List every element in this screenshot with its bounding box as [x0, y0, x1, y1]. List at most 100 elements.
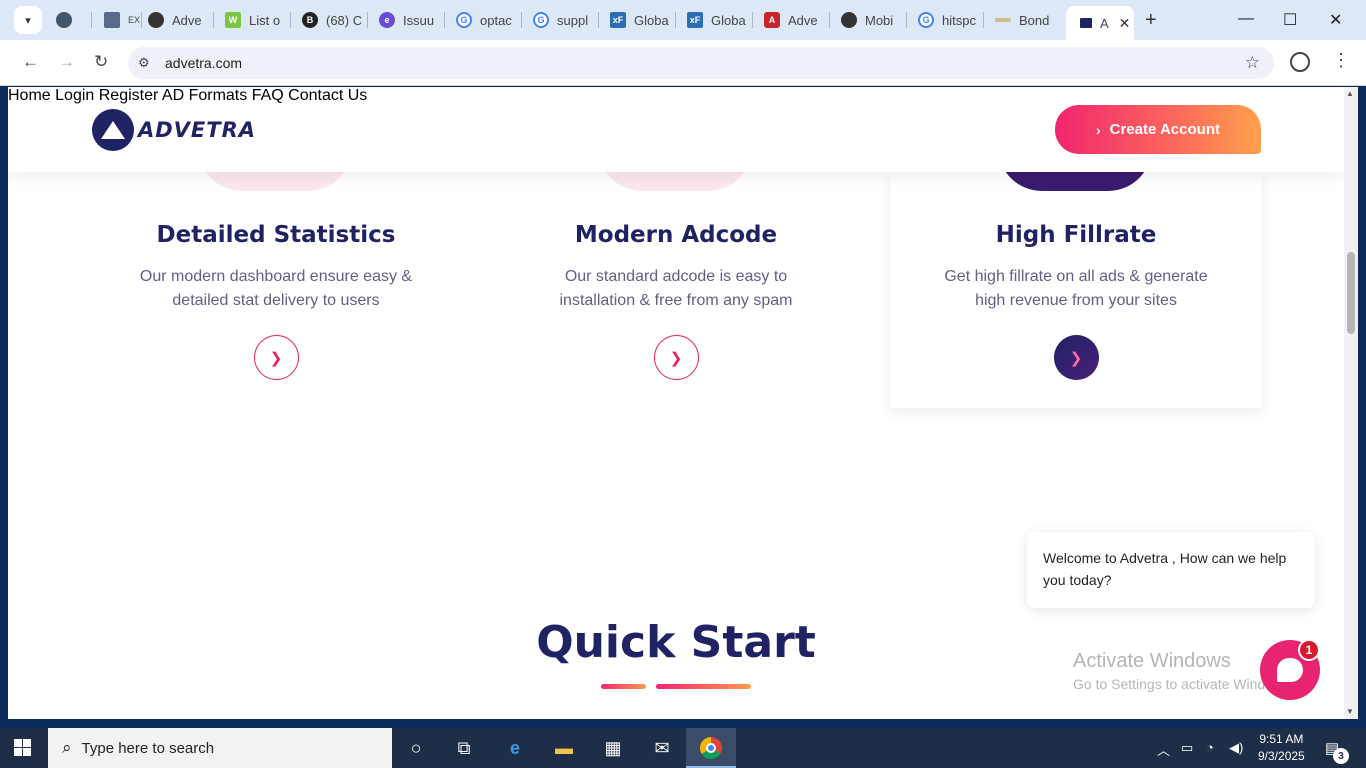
- mail-icon[interactable]: ✉: [650, 736, 674, 760]
- feature-arrow-button[interactable]: ❯: [1053, 335, 1099, 380]
- site-info-icon[interactable]: ⚙: [138, 55, 150, 71]
- feature-title: High Fillrate: [995, 222, 1157, 248]
- notification-count-badge: 3: [1333, 748, 1349, 764]
- search-icon: ⌕: [62, 738, 72, 757]
- browser-tab-active[interactable]: A ✕: [1066, 6, 1134, 40]
- google-icon: G: [533, 12, 549, 28]
- chrome-icon[interactable]: [699, 736, 723, 760]
- browser-tab[interactable]: G hitspc: [918, 8, 984, 32]
- feature-description: Our modern dashboard ensure easy & detai…: [139, 268, 413, 309]
- minimize-icon[interactable]: —: [1238, 10, 1254, 28]
- battery-icon[interactable]: ▭: [1181, 740, 1193, 756]
- cortana-icon[interactable]: ○: [404, 736, 428, 760]
- nav-faq[interactable]: FAQ: [252, 87, 284, 104]
- browser-tab[interactable]: A Adve: [764, 8, 830, 32]
- scrollbar-thumb[interactable]: [1347, 252, 1355, 334]
- feature-card-highlighted: High Fillrate Get high fillrate on all a…: [890, 172, 1262, 408]
- scroll-down-icon[interactable]: ▼: [1346, 707, 1354, 716]
- new-tab-icon[interactable]: +: [1145, 9, 1157, 32]
- address-bar-row: ← → ↻ ⚙ advetra.com ☆ ⋮: [0, 40, 1366, 86]
- volume-icon[interactable]: ◀): [1229, 740, 1243, 756]
- adv-red-icon: A: [764, 12, 780, 28]
- browser-tab-strip: ▾ EX EXCH Adve W List o B (68) C e Issuu…: [0, 0, 1366, 40]
- url-omnibox[interactable]: ⚙ advetra.com ☆: [128, 47, 1274, 79]
- close-window-icon[interactable]: ✕: [1329, 10, 1342, 30]
- page-viewport: Detailed Statistics Our modern dashboard…: [8, 87, 1344, 719]
- feature-card: Detailed Statistics Our modern dashboard…: [90, 172, 462, 380]
- file-explorer-icon[interactable]: ▬: [552, 736, 576, 760]
- browser-tab[interactable]: e Issuu: [379, 8, 445, 32]
- browser-tab[interactable]: Mobi: [841, 8, 907, 32]
- advetra-logo-icon: [92, 109, 134, 151]
- browser-tab[interactable]: [56, 8, 92, 32]
- mobi-icon: [841, 12, 857, 28]
- windows-taskbar: ⌕ Type here to search ○ ⧉ e ▬ ▦ ✉ ︿ ▭ ◔ …: [0, 728, 1366, 768]
- xf-icon: xF: [610, 12, 626, 28]
- nav-contact-us[interactable]: Contact Us: [288, 87, 367, 104]
- create-account-button[interactable]: › Create Account: [1055, 105, 1261, 154]
- browser-tab[interactable]: Bond: [995, 8, 1061, 32]
- task-view-icon[interactable]: ⧉: [452, 736, 476, 760]
- feature-arrow-button[interactable]: ❯: [253, 335, 299, 380]
- chat-welcome-bubble[interactable]: Welcome to Advetra , How can we help you…: [1027, 532, 1315, 608]
- title-underline-decoration: [601, 684, 646, 689]
- chevron-right-icon: ❯: [269, 349, 283, 367]
- maximize-icon[interactable]: ☐: [1283, 10, 1297, 30]
- google-icon: G: [456, 12, 472, 28]
- forward-icon[interactable]: →: [58, 52, 75, 72]
- bond-icon: [995, 18, 1011, 22]
- feature-card: Modern Adcode Our standard adcode is eas…: [490, 172, 862, 380]
- nav-login[interactable]: Login: [55, 87, 94, 104]
- scroll-up-icon[interactable]: ▲: [1346, 89, 1354, 98]
- taskbar-search-box[interactable]: ⌕ Type here to search: [48, 728, 392, 768]
- title-underline-decoration: [656, 684, 751, 689]
- browser-tab[interactable]: xF Globa: [687, 8, 753, 32]
- feature-description: Our standard adcode is easy to installat…: [559, 268, 793, 309]
- feature-arrow-button[interactable]: ❯: [653, 335, 699, 380]
- stack-icon: [56, 12, 72, 28]
- b-icon: B: [302, 12, 318, 28]
- browser-tab[interactable]: B (68) C: [302, 8, 368, 32]
- google-icon: G: [918, 12, 934, 28]
- browser-tab[interactable]: Adve: [148, 8, 214, 32]
- browser-menu-icon[interactable]: ⋮: [1332, 50, 1350, 71]
- url-text[interactable]: advetra.com: [165, 55, 242, 71]
- taskbar-clock[interactable]: 9:51 AM 9/3/2025: [1258, 731, 1305, 765]
- browser-tab[interactable]: G suppl: [533, 8, 599, 32]
- nav-ad-formats[interactable]: AD Formats: [162, 87, 247, 104]
- advetra-icon: [1080, 18, 1092, 28]
- chatgpt-icon: [148, 12, 164, 28]
- tray-expand-icon[interactable]: ︿: [1157, 740, 1170, 759]
- feature-title: Detailed Statistics: [156, 222, 396, 248]
- site-logo[interactable]: ADVETRA: [92, 109, 256, 151]
- browser-tab[interactable]: G optac: [456, 8, 522, 32]
- browser-tab[interactable]: xF Globa: [610, 8, 676, 32]
- bookmark-star-icon[interactable]: ☆: [1245, 53, 1260, 73]
- reload-icon[interactable]: ↻: [94, 52, 108, 72]
- edge-icon[interactable]: e: [503, 736, 527, 760]
- close-tab-icon[interactable]: ✕: [1119, 15, 1131, 32]
- chat-icon: [1277, 658, 1303, 682]
- nav-home[interactable]: Home: [8, 87, 51, 104]
- w-icon: W: [225, 12, 241, 28]
- browser-tab[interactable]: W List o: [225, 8, 291, 32]
- store-icon[interactable]: ▦: [601, 736, 625, 760]
- chevron-right-icon: ❯: [669, 349, 683, 367]
- chat-unread-badge: 1: [1298, 639, 1320, 661]
- tab-search-chevron-icon[interactable]: ▾: [14, 6, 42, 34]
- nav-register[interactable]: Register: [99, 87, 159, 104]
- e-icon: e: [379, 12, 395, 28]
- back-icon[interactable]: ←: [22, 52, 39, 72]
- site-header: ADVETRA Home Login Register AD Formats F…: [8, 87, 1344, 172]
- profile-icon[interactable]: [1290, 52, 1310, 72]
- browser-tab[interactable]: EX EXCH: [104, 8, 142, 32]
- exch-icon: [104, 12, 120, 28]
- page-scrollbar[interactable]: ▲ ▼: [1344, 87, 1358, 719]
- activate-windows-title: Activate Windows: [1073, 650, 1231, 672]
- xf-icon: xF: [687, 12, 703, 28]
- feature-title: Modern Adcode: [574, 222, 778, 248]
- chevron-right-icon: ❯: [1069, 349, 1083, 367]
- feature-description: Get high fillrate on all ads & generate …: [944, 268, 1208, 309]
- wifi-icon[interactable]: ◔: [1206, 740, 1214, 755]
- chevron-right-icon: ›: [1096, 121, 1101, 138]
